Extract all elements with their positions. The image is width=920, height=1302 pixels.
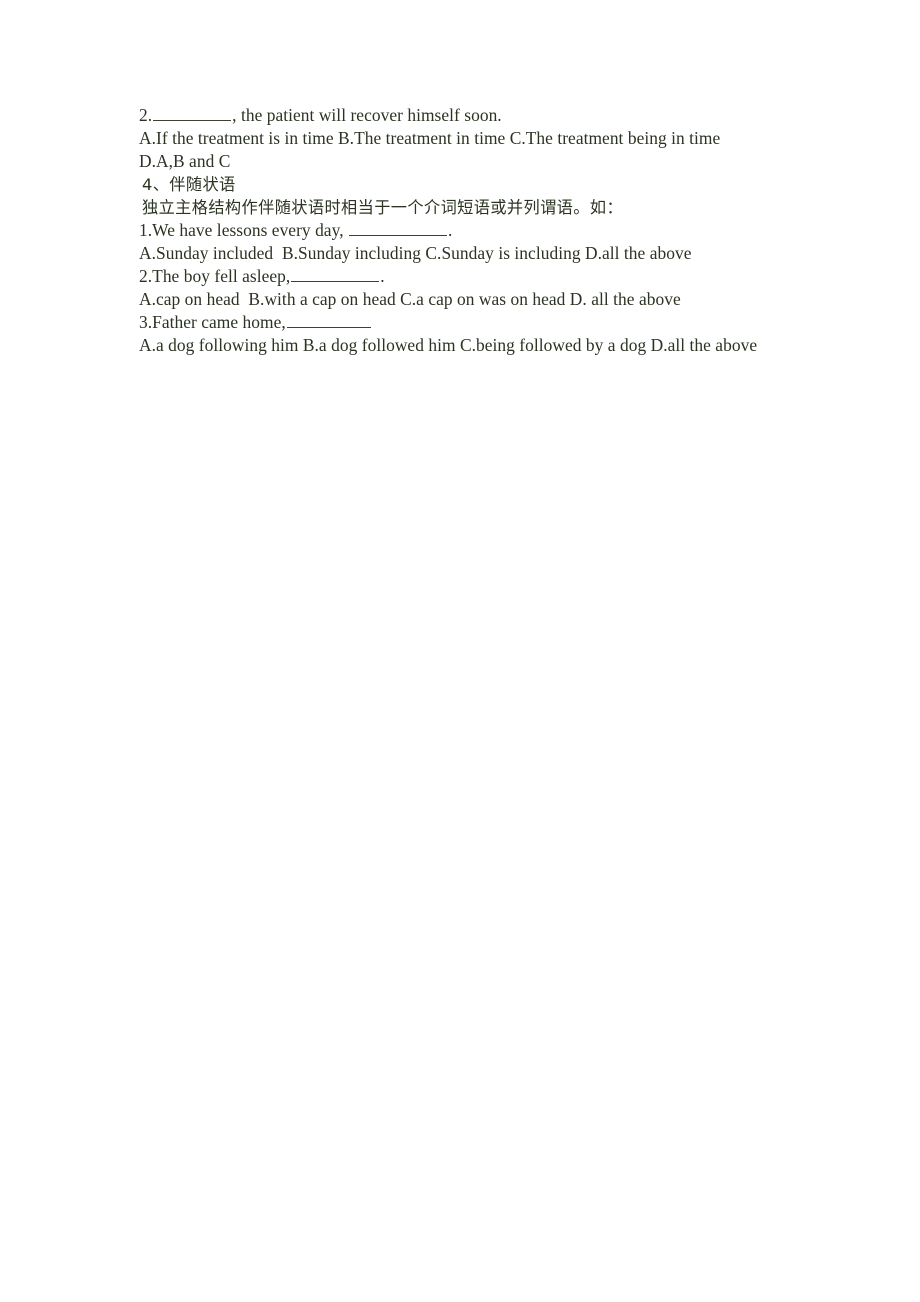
practice-1-stem: 1.We have lessons every day, . [139,219,769,242]
practice-2-stem: 2.The boy fell asleep,. [139,265,769,288]
question-2-stem: 2. , the patient will recover himself soo… [139,104,769,127]
practice-1-period: . [448,220,453,240]
practice-2-period: . [380,266,385,286]
practice-3-stem-text: 3.Father came home, [139,312,286,332]
practice-1-stem-text: 1.We have lessons every day, [139,220,348,240]
practice-2-stem-text: 2.The boy fell asleep, [139,266,291,286]
question-2-options-abc: A.If the treatment is in time B.The trea… [139,128,721,148]
practice-1-options: A.Sunday included B.Sunday including C.S… [139,243,692,263]
section-heading-4: 4、伴随状语 [142,175,236,194]
document-text-body: 2. , the patient will recover himself soo… [139,104,769,357]
question-2-blank [153,105,232,121]
section-explanation-note: 独立主格结构作伴随状语时相当于一个介词短语或并列谓语。如： [142,198,624,217]
question-2-number: 2. [139,105,153,125]
document-page: 2. , the patient will recover himself soo… [0,0,920,1302]
practice-3-blank [286,312,371,328]
practice-1-blank [349,220,447,236]
practice-3-stem: 3.Father came home, [139,311,769,334]
question-2-option-d: D.A,B and C [139,151,231,171]
practice-2-options: A.cap on head B.with a cap on head C.a c… [139,289,681,309]
practice-2-blank [291,266,380,282]
question-2-stem-text: , the patient will recover himself soon. [232,105,502,125]
practice-3-options: A.a dog following him B.a dog followed h… [139,335,758,355]
